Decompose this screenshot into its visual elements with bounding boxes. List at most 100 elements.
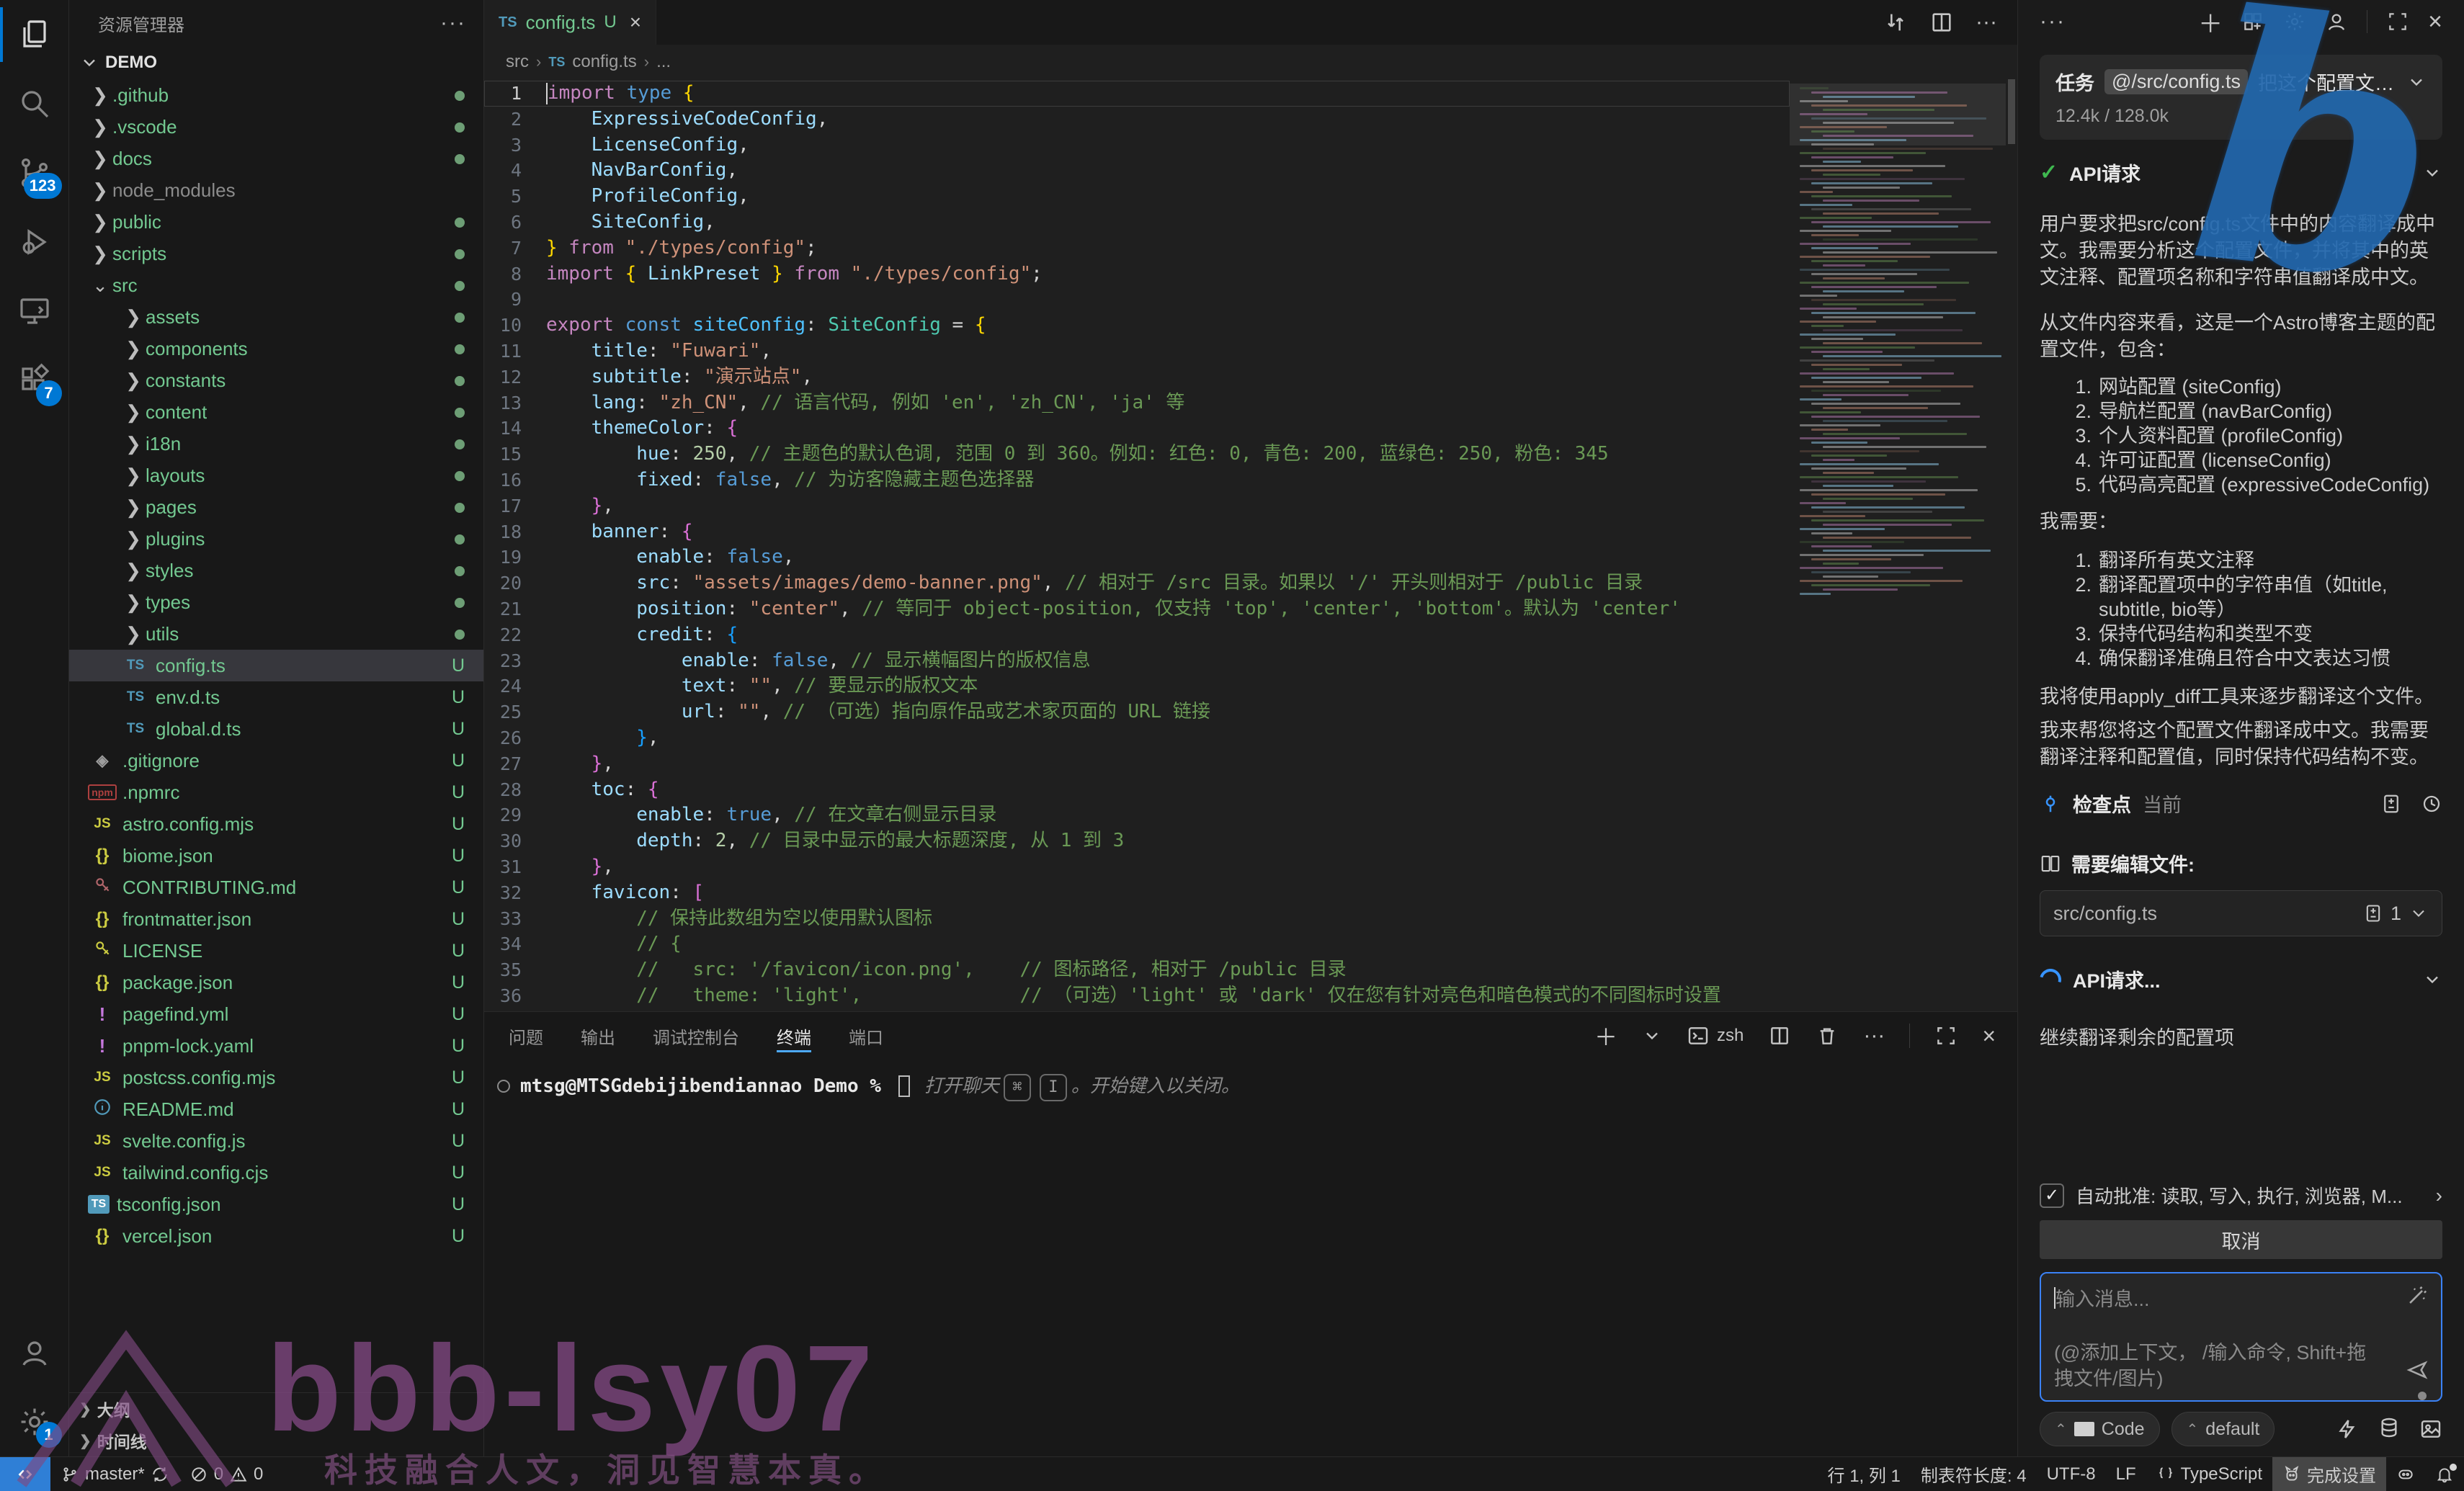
tree-item-constants[interactable]: ❯constants	[69, 364, 483, 396]
timeline-section[interactable]: ❯ 时间线	[69, 1425, 483, 1456]
code-line-11[interactable]: 11 title: "Fuwari",	[484, 339, 1790, 364]
tree-item-env.d.ts[interactable]: TSenv.d.tsU	[69, 681, 483, 713]
context-db-icon[interactable]	[2378, 1416, 2401, 1443]
code-line-25[interactable]: 25 url: "", // （可选）指向原作品或艺术家页面的 URL 链接	[484, 699, 1790, 725]
panel-tab-端口[interactable]: 端口	[849, 1012, 883, 1060]
extension-status-item[interactable]: 完成设置	[2272, 1457, 2386, 1491]
enhance-prompt-icon[interactable]	[2405, 1284, 2429, 1313]
tree-item-layouts[interactable]: ❯layouts	[69, 460, 483, 491]
code-line-30[interactable]: 30 depth: 2, // 目录中显示的最大标题深度, 从 1 到 3	[484, 828, 1790, 854]
code-line-16[interactable]: 16 fixed: false, // 为访客隐藏主题色选择器	[484, 467, 1790, 493]
checkpoint-row[interactable]: 检查点 当前	[2040, 789, 2442, 818]
tree-item-types[interactable]: ❯types	[69, 586, 483, 618]
kill-terminal-icon[interactable]	[1816, 1024, 1839, 1047]
code-line-18[interactable]: 18 banner: {	[484, 519, 1790, 545]
outline-section[interactable]: ❯ 大纲	[69, 1393, 483, 1425]
panel-tab-问题[interactable]: 问题	[509, 1012, 543, 1060]
remote-explorer-icon[interactable]	[0, 277, 69, 346]
panel-tab-终端[interactable]: 终端	[777, 1012, 811, 1060]
compare-changes-icon[interactable]	[1883, 10, 1908, 35]
tab-close-icon[interactable]: ×	[630, 11, 641, 34]
code-line-35[interactable]: 35 // src: '/favicon/icon.png', // 图标路径,…	[484, 957, 1790, 983]
tree-item-vercel.json[interactable]: {}vercel.jsonU	[69, 1220, 483, 1252]
code-line-8[interactable]: 8import { LinkPreset } from "./types/con…	[484, 261, 1790, 287]
code-line-27[interactable]: 27 },	[484, 751, 1790, 777]
code-line-7[interactable]: 7} from "./types/config";	[484, 236, 1790, 261]
chevron-right-icon[interactable]: ›	[2436, 1184, 2442, 1207]
tree-item-tsconfig.json[interactable]: TStsconfig.jsonU	[69, 1188, 483, 1220]
encoding[interactable]: UTF-8	[2037, 1457, 2106, 1491]
code-line-2[interactable]: 2 ExpressiveCodeConfig,	[484, 107, 1790, 133]
tree-item-.gitignore[interactable]: ◈.gitignoreU	[69, 745, 483, 776]
code-line-4[interactable]: 4 NavBarConfig,	[484, 158, 1790, 184]
terminal-content[interactable]: mtsg@MTSGdebijibendiannao Demo % 打开聊天⌘I。…	[484, 1060, 2017, 1456]
tree-item-biome.json[interactable]: {}biome.jsonU	[69, 840, 483, 872]
code-line-5[interactable]: 5 ProfileConfig,	[484, 184, 1790, 210]
split-terminal-icon[interactable]	[1768, 1024, 1791, 1047]
remote-indicator[interactable]	[0, 1457, 50, 1491]
tree-item-content[interactable]: ❯content	[69, 396, 483, 428]
send-icon[interactable]	[2405, 1358, 2429, 1387]
code-line-24[interactable]: 24 text: "", // 要显示的版权文本	[484, 673, 1790, 699]
cancel-button[interactable]: 取消	[2040, 1220, 2442, 1259]
workspace-section[interactable]: DEMO	[69, 46, 483, 79]
editor-scrollbar[interactable]	[2006, 79, 2017, 1011]
editor-more-icon[interactable]: ···	[1976, 10, 1997, 35]
panel-settings-icon[interactable]	[2283, 10, 2306, 33]
close-panel-icon[interactable]: ×	[1982, 1023, 1996, 1049]
breadcrumb[interactable]: src › TS config.ts › ...	[484, 45, 2017, 79]
new-terminal-icon[interactable]: ＋	[1594, 1019, 1617, 1052]
explorer-icon[interactable]	[0, 0, 69, 69]
code-line-20[interactable]: 20 src: "assets/images/demo-banner.png",…	[484, 570, 1790, 596]
cursor-position[interactable]: 行 1, 列 1	[1818, 1457, 1911, 1491]
tree-item-astro.config.mjs[interactable]: JSastro.config.mjsU	[69, 808, 483, 840]
tree-item-plugins[interactable]: ❯plugins	[69, 523, 483, 555]
terminal-more-icon[interactable]: ···	[1863, 1024, 1885, 1048]
tree-item-.github[interactable]: ❯.github	[69, 79, 483, 111]
lightning-icon[interactable]	[2336, 1418, 2359, 1441]
task-file-ref[interactable]: @/src/config.ts	[2104, 69, 2248, 94]
tree-item-package.json[interactable]: {}package.jsonU	[69, 967, 483, 998]
tree-item-src[interactable]: ⌄src	[69, 269, 483, 301]
code-line-14[interactable]: 14 themeColor: {	[484, 416, 1790, 442]
tree-item-svelte.config.js[interactable]: JSsvelte.config.jsU	[69, 1125, 483, 1157]
source-control-icon[interactable]: 123	[0, 138, 69, 207]
code-editor[interactable]: 1import type {2 ExpressiveCodeConfig,3 L…	[484, 79, 2017, 1011]
task-card[interactable]: 任务 @/src/config.ts 把这个配置文件翻译 12.4k / 128…	[2040, 55, 2442, 140]
diff-icon[interactable]	[2380, 793, 2402, 815]
panel-close-icon[interactable]: ×	[2428, 8, 2442, 36]
tree-item-postcss.config.mjs[interactable]: JSpostcss.config.mjsU	[69, 1062, 483, 1093]
history-icon[interactable]	[2421, 793, 2442, 815]
code-line-13[interactable]: 13 lang: "zh_CN", // 语言代码, 例如 'en', 'zh_…	[484, 390, 1790, 416]
auto-approve-checkbox[interactable]: ✓	[2040, 1183, 2064, 1208]
code-line-32[interactable]: 32 favicon: [	[484, 880, 1790, 906]
copilot-icon[interactable]	[2386, 1457, 2425, 1491]
api-request-loading-row[interactable]: API请求...	[2040, 965, 2442, 993]
tree-item-i18n[interactable]: ❯i18n	[69, 428, 483, 460]
tree-item-.vscode[interactable]: ❯.vscode	[69, 111, 483, 143]
tree-item-pages[interactable]: ❯pages	[69, 491, 483, 523]
code-line-34[interactable]: 34 // {	[484, 931, 1790, 957]
code-line-15[interactable]: 15 hue: 250, // 主题色的默认色调, 范围 0 到 360。例如:…	[484, 442, 1790, 467]
tree-item-utils[interactable]: ❯utils	[69, 618, 483, 650]
tree-item-global.d.ts[interactable]: TSglobal.d.tsU	[69, 713, 483, 745]
code-line-19[interactable]: 19 enable: false,	[484, 545, 1790, 570]
git-branch-item[interactable]: master*	[50, 1457, 179, 1491]
chevron-down-icon[interactable]	[2422, 970, 2442, 990]
task-expand-icon[interactable]	[2406, 72, 2427, 92]
tree-item-README.md[interactable]: README.mdU	[69, 1093, 483, 1125]
code-line-1[interactable]: 1import type {	[484, 81, 1790, 107]
panel-more-icon[interactable]: ···	[2040, 9, 2066, 34]
tree-item-LICENSE[interactable]: LICENSEU	[69, 935, 483, 967]
problems-item[interactable]: 0 0	[179, 1457, 274, 1491]
new-task-icon[interactable]: ＋	[2198, 4, 2223, 40]
code-line-23[interactable]: 23 enable: false, // 显示横幅图片的版权信息	[484, 648, 1790, 674]
chat-input[interactable]: 输入消息... (@添加上下文， /输入命令, Shift+拖拽文件/图片)	[2040, 1272, 2442, 1402]
search-icon[interactable]	[0, 69, 69, 138]
code-line-22[interactable]: 22 credit: {	[484, 622, 1790, 648]
code-line-33[interactable]: 33 // 保持此数组为空以使用默认图标	[484, 906, 1790, 932]
chevron-down-icon[interactable]	[2409, 903, 2429, 923]
code-line-28[interactable]: 28 toc: {	[484, 777, 1790, 803]
tree-item-CONTRIBUTING.md[interactable]: CONTRIBUTING.mdU	[69, 872, 483, 903]
api-request-done-row[interactable]: ✓ API请求	[2040, 158, 2442, 187]
